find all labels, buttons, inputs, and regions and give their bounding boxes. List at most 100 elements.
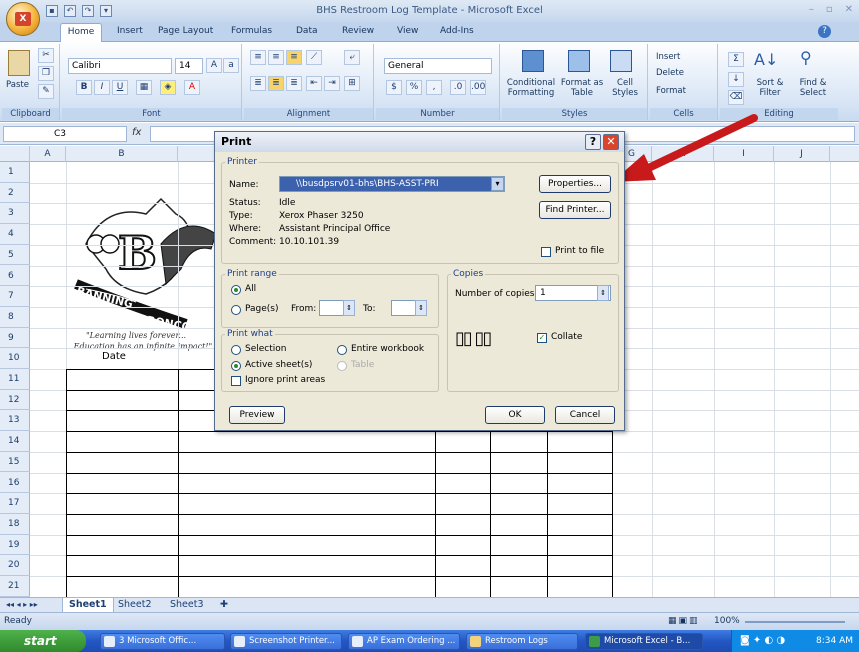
minimize-button[interactable]: – [809, 4, 814, 15]
column-header-b[interactable]: B [66, 146, 178, 162]
redo-icon[interactable]: ↷ [82, 5, 94, 17]
restore-button[interactable]: ▫ [826, 4, 833, 15]
fx-label[interactable]: fx [132, 127, 141, 138]
row-header[interactable]: 3 [0, 203, 30, 225]
column-header-j[interactable]: J [774, 146, 830, 162]
tab-data[interactable]: Data [296, 26, 318, 36]
tab-home[interactable]: Home [60, 23, 102, 42]
cell-styles-button[interactable]: Cell Styles [606, 78, 644, 98]
row-header[interactable]: 21 [0, 576, 30, 597]
row-header[interactable]: 11 [0, 369, 30, 390]
from-spinner-icon[interactable]: ⇕ [343, 300, 355, 316]
format-as-table-icon[interactable] [568, 50, 590, 72]
printer-dropdown-chevron-icon[interactable]: ▾ [491, 177, 504, 191]
autosum-icon[interactable]: Σ [728, 52, 744, 67]
format-as-table-button[interactable]: Format as Table [560, 78, 604, 98]
close-button[interactable]: ✕ [845, 4, 853, 15]
align-left-icon[interactable]: ≣ [250, 76, 266, 91]
find-select-button[interactable]: Find & Select [792, 78, 834, 98]
printer-name-select[interactable]: \\busdpsrv01-bhs\BHS-ASST-PRI [279, 176, 505, 192]
row-header[interactable]: 6 [0, 266, 30, 287]
to-spinner-icon[interactable]: ⇕ [415, 300, 427, 316]
start-button[interactable]: start [0, 630, 86, 652]
orientation-icon[interactable]: ⟋ [306, 50, 322, 65]
row-header[interactable]: 19 [0, 535, 30, 556]
align-middle-icon[interactable]: ≡ [268, 50, 284, 65]
merge-center-icon[interactable]: ⊞ [344, 76, 360, 91]
row-header[interactable]: 5 [0, 245, 30, 266]
percent-button[interactable]: % [406, 80, 422, 95]
sheet-nav-icons[interactable]: ◂◂ ◂ ▸ ▸▸ [6, 598, 38, 612]
tab-review[interactable]: Review [342, 26, 374, 36]
decrease-decimal-icon[interactable]: .00 [470, 80, 486, 95]
help-icon[interactable]: ? [818, 25, 831, 38]
conditional-formatting-button[interactable]: Conditional Formatting [504, 78, 558, 98]
row-header[interactable]: 10 [0, 348, 30, 369]
sheet-tab-1[interactable]: Sheet1 [62, 598, 114, 613]
save-icon[interactable]: ▪ [46, 5, 58, 17]
grow-font-icon[interactable]: A [206, 58, 222, 73]
clear-icon[interactable]: ⌫ [728, 90, 744, 105]
row-header[interactable]: 7 [0, 286, 30, 307]
date-header[interactable]: Date [102, 351, 126, 362]
number-format-box[interactable]: General [384, 58, 492, 74]
cancel-button[interactable]: Cancel [555, 406, 615, 424]
copies-spinner-icon[interactable]: ⇕ [597, 285, 609, 301]
row-header[interactable]: 18 [0, 514, 30, 535]
cell-styles-icon[interactable] [610, 50, 632, 72]
ok-button[interactable]: OK [485, 406, 545, 424]
zoom-level[interactable]: 100% [714, 616, 740, 626]
preview-button[interactable]: Preview [229, 406, 285, 424]
view-buttons-icon[interactable]: ▦▣▥ [668, 616, 700, 626]
row-header[interactable]: 13 [0, 410, 30, 432]
tab-add-ins[interactable]: Add-Ins [440, 26, 474, 36]
borders-icon[interactable]: ▦ [136, 80, 152, 95]
insert-cells-button[interactable]: Insert [656, 52, 680, 62]
customize-qat-icon[interactable]: ▾ [100, 5, 112, 17]
row-header[interactable]: 16 [0, 473, 30, 494]
align-center-icon[interactable]: ≣ [268, 76, 284, 91]
row-header[interactable]: 4 [0, 224, 30, 245]
close-button[interactable]: ✕ [603, 134, 619, 150]
font-color-icon[interactable]: A [184, 80, 200, 95]
find-binoculars-icon[interactable]: ⚲ [800, 48, 812, 67]
align-right-icon[interactable]: ≣ [286, 76, 302, 91]
conditional-formatting-icon[interactable] [522, 50, 544, 72]
format-painter-icon[interactable]: ✎ [38, 84, 54, 99]
delete-cells-button[interactable]: Delete [656, 68, 684, 78]
sheet-tab-2[interactable]: Sheet2 [118, 598, 152, 612]
paste-icon[interactable] [8, 50, 30, 76]
currency-button[interactable]: $ [386, 80, 402, 95]
taskbar-item-excel[interactable]: Microsoft Excel - B... [585, 633, 703, 650]
tab-page-layout[interactable]: Page Layout [158, 26, 213, 36]
wrap-text-icon[interactable]: ⤶ [344, 50, 360, 65]
italic-button[interactable]: I [94, 80, 110, 95]
font-size-box[interactable]: 14 [175, 58, 203, 74]
row-header[interactable]: 8 [0, 307, 30, 328]
fill-icon[interactable]: ↓ [728, 72, 744, 87]
row-header[interactable]: 9 [0, 328, 30, 349]
entire-workbook-radio[interactable] [337, 345, 347, 355]
help-button[interactable]: ? [585, 134, 601, 150]
decrease-indent-icon[interactable]: ⇤ [306, 76, 322, 91]
active-sheets-radio[interactable] [231, 361, 241, 371]
taskbar-item-office[interactable]: 3 Microsoft Offic... [100, 633, 225, 650]
ignore-print-areas-checkbox[interactable] [231, 376, 241, 386]
taskbar-item-restroom-logs[interactable]: Restroom Logs [466, 633, 578, 650]
properties-button[interactable]: Properties... [539, 175, 611, 193]
range-pages-radio[interactable] [231, 305, 241, 315]
paste-button[interactable]: Paste [6, 80, 29, 90]
select-all-corner[interactable] [0, 146, 30, 162]
taskbar-item-screenshot[interactable]: Screenshot Printer... [230, 633, 342, 650]
zoom-slider[interactable] [745, 621, 845, 623]
format-cells-button[interactable]: Format [656, 86, 686, 96]
copy-icon[interactable]: ❐ [38, 66, 54, 81]
sort-filter-icon[interactable]: A↓ [754, 50, 778, 69]
shrink-font-icon[interactable]: a [223, 58, 239, 73]
row-header[interactable]: 20 [0, 555, 30, 576]
print-to-file-checkbox[interactable] [541, 247, 551, 257]
tab-formulas[interactable]: Formulas [231, 26, 272, 36]
name-box[interactable]: C3 [3, 126, 127, 142]
align-top-icon[interactable]: ≡ [250, 50, 266, 65]
range-all-radio[interactable] [231, 285, 241, 295]
